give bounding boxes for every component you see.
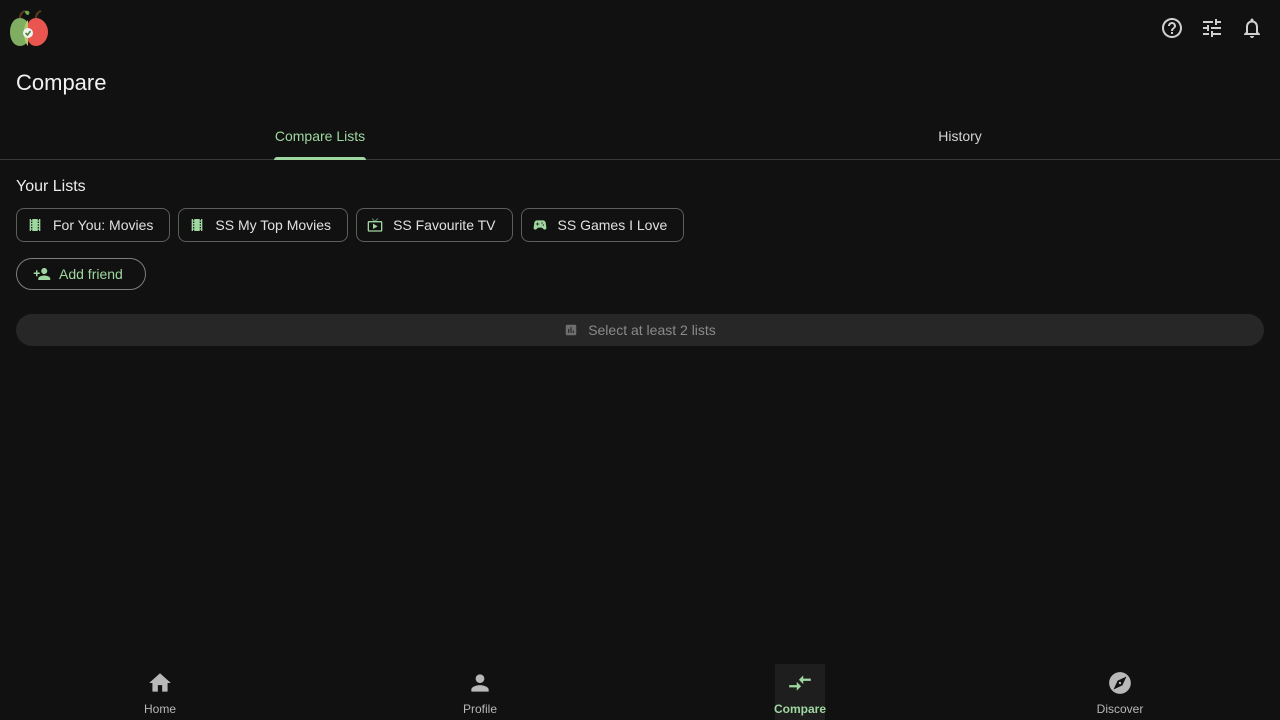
nav-label: Discover xyxy=(1096,702,1144,716)
list-chip[interactable]: SS Games I Love xyxy=(520,208,685,242)
nav-item-compare[interactable]: Compare xyxy=(640,664,960,720)
compass-icon xyxy=(1109,672,1131,694)
bell-icon[interactable] xyxy=(1232,8,1272,48)
list-chip[interactable]: For You: Movies xyxy=(16,208,171,242)
list-chip[interactable]: SS My Top Movies xyxy=(178,208,349,242)
tune-icon[interactable] xyxy=(1192,8,1232,48)
home-icon xyxy=(149,673,171,692)
help-icon[interactable] xyxy=(1152,8,1192,48)
bar-chart-icon xyxy=(565,324,577,336)
add-friend-button[interactable]: Add friend xyxy=(16,258,146,290)
compare-button-label: Select at least 2 lists xyxy=(588,322,716,338)
tab-label: History xyxy=(938,127,982,144)
tab-compare-lists[interactable]: Compare Lists xyxy=(0,112,640,160)
page-title: Compare xyxy=(16,70,107,95)
top-app-bar xyxy=(0,0,1280,56)
movie-icon xyxy=(29,219,41,231)
list-chip-label: SS Games I Love xyxy=(557,217,668,233)
list-chip[interactable]: SS Favourite TV xyxy=(356,208,513,242)
gamepad-icon xyxy=(533,220,546,230)
tab-history[interactable]: History xyxy=(640,112,1280,159)
bottom-navigation: Home Profile Compare Discover xyxy=(0,664,1280,720)
app-root: Compare Compare Lists History Your Lists… xyxy=(0,0,1280,720)
list-chips: For You: Movies SS My Top Movies SS Favo… xyxy=(16,208,685,242)
tab-bar: Compare Lists History xyxy=(0,112,1280,160)
movie-icon xyxy=(192,219,203,231)
list-chip-label: SS Favourite TV xyxy=(393,217,496,233)
top-actions xyxy=(1152,8,1272,48)
list-chip-label: SS My Top Movies xyxy=(215,217,332,233)
section-title-your-lists: Your Lists xyxy=(16,178,86,195)
nav-item-profile[interactable]: Profile xyxy=(320,664,640,720)
compare-arrows-icon xyxy=(789,675,811,691)
app-logo[interactable] xyxy=(6,8,50,48)
nav-item-home[interactable]: Home xyxy=(0,664,320,720)
person-add-icon xyxy=(33,268,51,280)
tab-label: Compare Lists xyxy=(274,127,366,144)
person-icon xyxy=(471,674,489,692)
active-tab-indicator xyxy=(274,157,366,160)
nav-item-discover[interactable]: Discover xyxy=(960,664,1280,720)
compare-button[interactable]: Select at least 2 lists xyxy=(16,314,1264,346)
list-chip-label: For You: Movies xyxy=(53,217,154,233)
tv-icon xyxy=(367,218,383,232)
nav-label: Compare xyxy=(774,702,827,716)
nav-label: Home xyxy=(143,702,176,716)
nav-label: Profile xyxy=(462,702,497,716)
add-friend-label: Add friend xyxy=(59,266,123,282)
